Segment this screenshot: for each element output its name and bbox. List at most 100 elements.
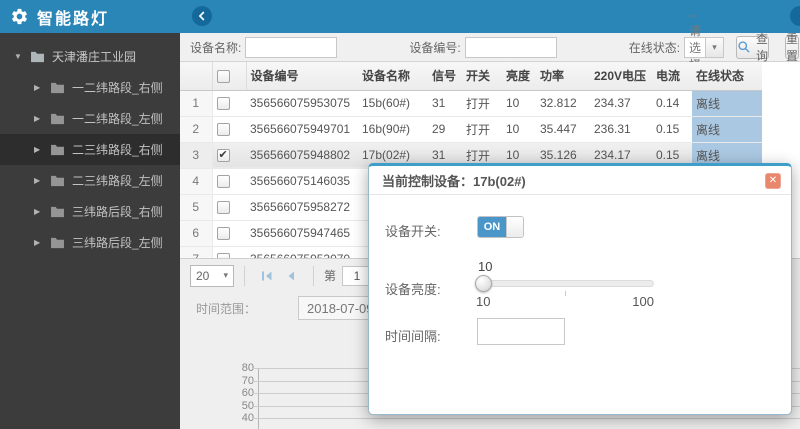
sidebar-item-label: 三纬路后段_左侧	[72, 236, 163, 250]
page-size-select[interactable]: 20	[190, 264, 234, 287]
folder-icon	[50, 206, 65, 218]
sidebar-item[interactable]: 二三纬路段_左侧	[0, 165, 180, 196]
chevron-down-icon	[223, 270, 228, 281]
folder-icon	[50, 237, 65, 249]
time-interval-label: 时间间隔:	[385, 329, 441, 344]
online-status-value: --请选择--	[689, 8, 705, 87]
cell-power: 32.812	[536, 90, 590, 117]
prev-page-icon[interactable]	[283, 268, 299, 284]
cell-name: 16b(90#)	[358, 116, 428, 143]
sidebar-root-node[interactable]: 天津潘庄工业园	[0, 41, 180, 72]
brightness-min-label: 10	[476, 294, 491, 309]
caret-right-icon	[34, 208, 43, 216]
device-switch-toggle[interactable]: ON	[477, 216, 524, 238]
sidebar-item-label: 二三纬路段_左侧	[72, 174, 163, 188]
chart-ytick-label: 70	[241, 374, 254, 387]
sidebar-item[interactable]: 二三纬路段_右侧	[0, 134, 180, 165]
cell-code: 356566075953075	[246, 90, 358, 117]
row-checkbox-cell	[212, 116, 246, 143]
chart-ytick-label: 50	[241, 399, 254, 412]
cell-brightness: 10	[502, 116, 536, 143]
time-range-label: 时间范围：	[196, 301, 257, 316]
header-power: 功率	[536, 62, 590, 91]
cell-code: 356566075953070	[246, 246, 358, 258]
sidebar-item-label: 三纬路后段_右侧	[72, 205, 163, 219]
row-number: 4	[180, 168, 213, 195]
row-checkbox[interactable]	[216, 148, 230, 163]
row-checkbox-cell	[212, 246, 246, 258]
cell-signal: 31	[428, 90, 462, 117]
sidebar-item[interactable]: 一二纬路段_右侧	[0, 72, 180, 103]
page-size-value: 20	[196, 268, 210, 283]
cell-voltage: 234.37	[590, 90, 652, 117]
search-button-label: 查询	[756, 32, 769, 63]
online-status-label: 在线状态:	[628, 40, 681, 55]
header-row-number	[180, 62, 213, 91]
cell-code: 356566075948802	[246, 142, 358, 169]
device-name-input[interactable]	[245, 36, 338, 58]
close-icon[interactable]	[765, 173, 781, 189]
sidebar-tree: 天津潘庄工业园 一二纬路段_右侧一二纬路段_左侧二三纬路段_右侧二三纬路段_左侧…	[0, 33, 180, 258]
row-number: 1	[180, 90, 213, 117]
caret-right-icon	[34, 115, 43, 123]
device-name-label: 设备名称:	[190, 40, 242, 55]
row-number: 3	[180, 142, 213, 169]
topbar-right-button[interactable]	[790, 6, 800, 26]
dialog-title: 当前控制设备：17b(02#)	[382, 173, 526, 189]
row-checkbox[interactable]	[216, 97, 230, 111]
cell-code: 356566075958272	[246, 194, 358, 221]
online-status-select[interactable]: --请选择--	[684, 8, 725, 87]
sidebar-item[interactable]: 一二纬路段_左侧	[0, 103, 180, 134]
row-checkbox[interactable]	[216, 201, 230, 215]
brightness-slider[interactable]	[475, 275, 654, 296]
chevron-down-icon	[705, 37, 724, 57]
sidebar: 智能路灯 天津潘庄工业园 一二纬路段_右侧一二纬路段_左侧二三纬路段_右侧二三纬…	[0, 0, 180, 429]
brightness-max-label: 100	[632, 294, 654, 309]
reset-button[interactable]: 重置	[785, 32, 800, 63]
sidebar-item[interactable]: 三纬路后段_左侧	[0, 227, 180, 258]
row-checkbox-cell	[212, 142, 246, 169]
device-code-input[interactable]	[464, 36, 557, 58]
time-interval-input[interactable]	[477, 318, 565, 345]
header-current: 电流	[652, 62, 692, 91]
search-button[interactable]: 查询	[736, 32, 770, 63]
table-row[interactable]: 2 356566075949701 16b(90#) 29 打开 10 35.447 236.…	[180, 116, 762, 143]
cell-name: 15b(60#)	[358, 90, 428, 117]
collapse-sidebar-button[interactable]	[192, 6, 212, 26]
caret-down-icon	[14, 53, 23, 61]
first-page-icon[interactable]	[259, 268, 275, 284]
select-all-checkbox[interactable]	[216, 69, 230, 83]
row-number: 7	[180, 246, 213, 258]
sidebar-item[interactable]: 三纬路后段_右侧	[0, 196, 180, 227]
app-title: 智能路灯	[37, 10, 110, 28]
sidebar-root-label: 天津潘庄工业园	[52, 50, 137, 64]
table-row[interactable]: 1 356566075953075 15b(60#) 31 打开 10 32.812 234.…	[180, 90, 762, 117]
device-switch-label: 设备开关:	[385, 224, 441, 239]
toggle-knob	[506, 217, 523, 237]
sidebar-item-label: 一二纬路段_左侧	[72, 112, 163, 126]
row-checkbox-cell	[212, 90, 246, 117]
row-checkbox[interactable]	[216, 175, 230, 189]
device-brightness-label: 设备亮度:	[385, 282, 441, 297]
header-online-status: 在线状态	[692, 62, 762, 91]
row-checkbox[interactable]	[216, 123, 230, 137]
cell-switch: 打开	[462, 90, 502, 117]
sidebar-item-label: 二三纬路段_右侧	[72, 143, 163, 157]
page-label: 第	[324, 269, 337, 283]
row-number: 6	[180, 220, 213, 247]
cell-current: 0.14	[652, 90, 692, 117]
header-switch: 开关	[462, 62, 502, 91]
folder-icon	[50, 113, 65, 125]
caret-right-icon	[34, 239, 43, 247]
cell-code: 356566075949701	[246, 116, 358, 143]
cell-status: 离线	[692, 116, 762, 143]
row-checkbox[interactable]	[216, 227, 230, 241]
table-header-row: 设备编号 设备名称 信号 开关 亮度 功率 220V电压 电流 在线状态	[180, 62, 762, 91]
slider-handle[interactable]	[475, 275, 492, 292]
chart-gridline	[252, 418, 800, 420]
cell-power: 35.447	[536, 116, 590, 143]
chart-ytick-label: 40	[241, 412, 254, 425]
header-signal: 信号	[428, 62, 462, 91]
sidebar-item-label: 一二纬路段_右侧	[72, 81, 163, 95]
cell-signal: 29	[428, 116, 462, 143]
